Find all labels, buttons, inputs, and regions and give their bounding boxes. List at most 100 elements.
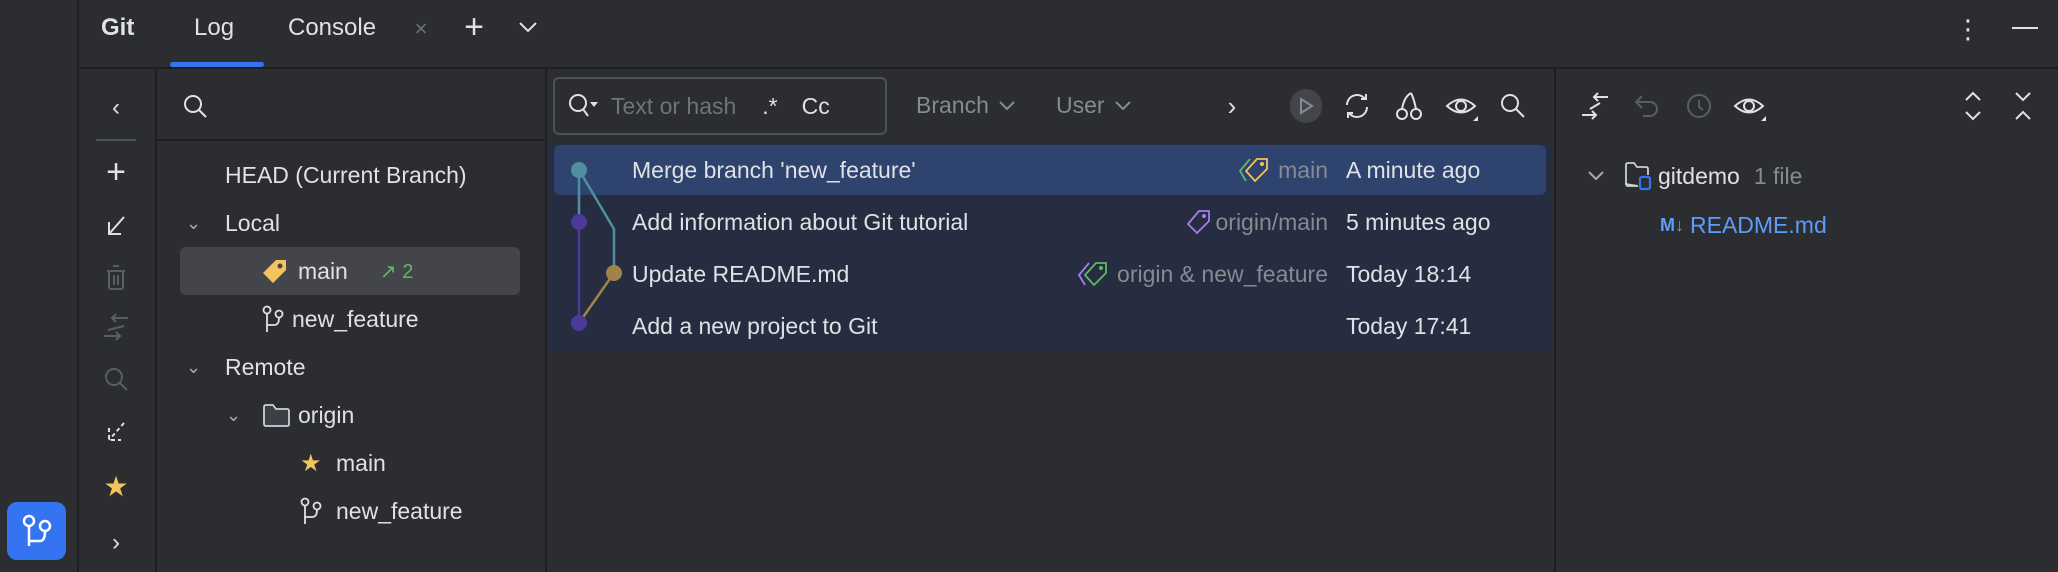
view-options-icon[interactable] <box>1732 89 1768 125</box>
commit-node <box>571 315 587 331</box>
commit-graph <box>571 162 622 331</box>
cherry-pick-icon[interactable] <box>1392 89 1426 123</box>
tree-item-local-new-feature[interactable]: new_feature <box>156 295 546 343</box>
run-icon[interactable] <box>1290 89 1322 123</box>
commit-date: A minute ago <box>1346 156 1481 183</box>
head-label: HEAD (Current Branch) <box>225 161 467 188</box>
more-options-icon[interactable]: ⋮ <box>1955 14 1981 44</box>
chevron-right-icon[interactable]: › <box>1220 91 1244 121</box>
tree-item-head[interactable]: HEAD (Current Branch) <box>156 151 546 199</box>
ref-label: main <box>1278 156 1328 183</box>
tab-console[interactable]: Console <box>288 14 376 42</box>
branch-name: new_feature <box>336 497 463 524</box>
expand-all-icon[interactable] <box>1958 89 1988 123</box>
commit-node <box>571 214 587 230</box>
tag-icon <box>262 258 292 284</box>
root-name: gitdemo <box>1658 162 1740 189</box>
search-history-icon[interactable] <box>567 92 605 120</box>
compare-icon <box>100 310 132 344</box>
commit-row[interactable]: Merge branch 'new_feature' main A minute… <box>554 145 1546 195</box>
separator <box>96 139 136 141</box>
view-options-icon[interactable] <box>1444 89 1480 125</box>
tab-active-indicator <box>170 62 264 67</box>
branch-name: main <box>336 449 386 476</box>
chevron-down-icon[interactable] <box>515 16 541 38</box>
commit-date: 5 minutes ago <box>1346 208 1491 235</box>
branch-filter-dropdown[interactable]: Branch <box>916 92 1015 119</box>
search-placeholder: Text or hash <box>611 92 737 119</box>
minimize-icon[interactable] <box>2012 27 2038 29</box>
revert-icon <box>1630 89 1664 123</box>
diff-icon[interactable] <box>1578 89 1612 123</box>
new-branch-icon[interactable]: + <box>100 153 132 191</box>
log-search-field[interactable]: Text or hash .* Cc <box>553 77 887 135</box>
file-count: 1 file <box>1753 162 1803 189</box>
branch-icon <box>300 497 336 525</box>
commit-date: Today 18:14 <box>1346 260 1472 287</box>
remote-label: Remote <box>225 353 306 380</box>
commit-message: Update README.md <box>632 260 850 287</box>
chevron-down-icon <box>1114 100 1131 110</box>
git-branch-icon <box>22 514 51 546</box>
markdown-icon: M↓ <box>1660 214 1684 235</box>
collapse-all-icon[interactable] <box>2008 89 2038 123</box>
refresh-icon[interactable] <box>1340 89 1374 123</box>
branch-search-icon[interactable] <box>180 91 210 121</box>
delete-icon <box>100 260 132 294</box>
collapse-panel-icon[interactable]: ‹ <box>100 93 132 123</box>
commit-refs: main <box>1238 157 1328 184</box>
commit-message: Add information about Git tutorial <box>632 208 969 235</box>
commit-row[interactable]: Add a new project to Git Today 17:41 <box>554 301 1546 351</box>
commit-node <box>571 162 587 178</box>
tag-icon <box>1186 210 1210 235</box>
local-label: Local <box>225 209 280 236</box>
tree-item-origin[interactable]: ⌄ origin <box>156 391 546 439</box>
chevron-down-icon[interactable]: ⌄ <box>186 213 225 234</box>
search-icon <box>100 363 132 395</box>
user-filter-dropdown[interactable]: User <box>1056 92 1131 119</box>
branch-name: main <box>298 257 348 284</box>
git-tool-window-button[interactable] <box>7 502 66 560</box>
tags-icon <box>1239 158 1269 183</box>
commit-row[interactable]: Add information about Git tutorial origi… <box>554 197 1546 247</box>
chevron-down-icon[interactable]: ⌄ <box>186 357 225 378</box>
commit-date: Today 17:41 <box>1346 312 1472 339</box>
branch-icon <box>262 305 292 333</box>
commit-message: Add a new project to Git <box>632 312 878 339</box>
favorite-star-icon[interactable]: ★ <box>100 470 132 502</box>
match-case-toggle[interactable]: Cc <box>802 93 830 120</box>
tree-item-origin-new-feature[interactable]: new_feature <box>156 487 546 535</box>
ref-label: origin & new_feature <box>1117 260 1328 287</box>
search-icon[interactable] <box>1496 89 1530 123</box>
commit-refs: origin & new_feature <box>1077 261 1328 288</box>
commit-message: Merge branch 'new_feature' <box>632 156 916 183</box>
tree-item-origin-main[interactable]: ★ main <box>156 439 546 487</box>
tree-item-local[interactable]: ⌄ Local <box>156 199 546 247</box>
chevron-down-icon[interactable] <box>1588 171 1624 181</box>
branch-filter-label: Branch <box>916 92 989 118</box>
user-filter-label: User <box>1056 92 1105 118</box>
changed-file[interactable]: M↓ README.md <box>1660 207 1827 243</box>
folder-icon <box>262 403 298 427</box>
close-tab-icon[interactable]: × <box>410 16 432 41</box>
branch-name: new_feature <box>292 305 419 332</box>
tree-item-local-main[interactable]: main ↗ 2 <box>180 247 520 295</box>
expand-panel-icon[interactable]: › <box>100 528 132 558</box>
history-icon <box>1682 89 1716 123</box>
tree-item-remote[interactable]: ⌄ Remote <box>156 343 546 391</box>
remote-name: origin <box>298 401 355 428</box>
update-icon[interactable] <box>100 210 132 242</box>
star-icon: ★ <box>300 449 322 477</box>
tab-log[interactable]: Log <box>194 14 234 42</box>
fetch-icon[interactable] <box>100 416 132 448</box>
commit-refs: origin/main <box>1186 208 1329 236</box>
add-tab-icon[interactable]: + <box>459 8 489 46</box>
regex-toggle[interactable]: .* <box>762 93 777 120</box>
changes-tree-root[interactable]: gitdemo 1 file <box>1588 158 1802 194</box>
commit-row[interactable]: Update README.md origin & new_feature To… <box>554 249 1546 299</box>
commit-node <box>606 265 622 281</box>
ahead-count: 2 <box>402 260 414 283</box>
chevron-down-icon[interactable]: ⌄ <box>226 405 262 426</box>
ref-label: origin/main <box>1215 208 1329 235</box>
file-name: README.md <box>1690 211 1827 238</box>
